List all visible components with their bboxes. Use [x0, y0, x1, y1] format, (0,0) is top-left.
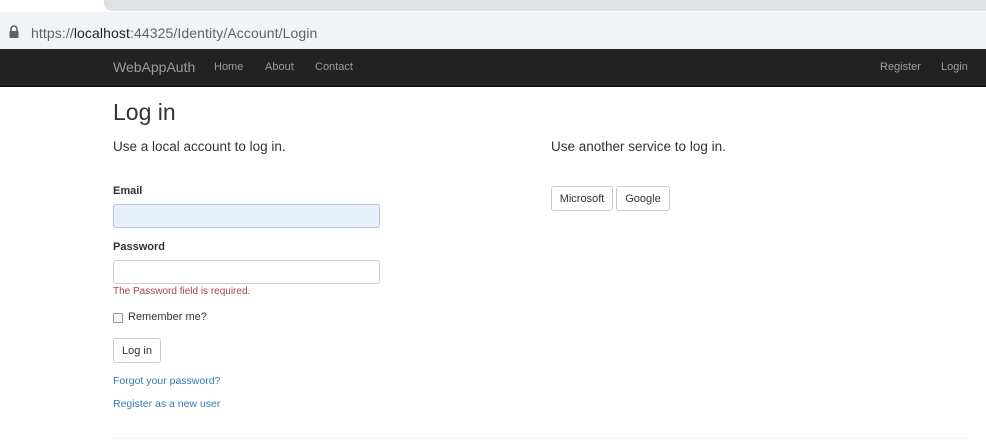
microsoft-login-button[interactable]: Microsoft — [551, 186, 613, 211]
forgot-password-link[interactable]: Forgot your password? — [113, 375, 220, 387]
register-new-user-link[interactable]: Register as a new user — [113, 398, 220, 410]
url-text[interactable]: https://localhost:44325/Identity/Account… — [31, 25, 317, 42]
password-error: The Password field is required. — [113, 286, 251, 297]
google-login-button[interactable]: Google — [616, 186, 670, 211]
omnibox[interactable]: https://localhost:44325/Identity/Account… — [0, 15, 986, 45]
password-label: Password — [113, 241, 165, 253]
navbar: WebAppAuth Home About Contact Register L… — [0, 49, 986, 87]
email-label: Email — [113, 185, 143, 197]
address-bar[interactable]: https://localhost:44325/Identity/Account… — [0, 12, 986, 49]
inactive-tab-area[interactable] — [104, 0, 986, 11]
footer-divider — [113, 438, 968, 439]
nav-contact[interactable]: Contact — [315, 61, 353, 73]
local-account-heading: Use a local account to log in. — [113, 139, 286, 154]
url-path: :44325/Identity/Account/Login — [129, 25, 318, 41]
remember-me-label[interactable]: Remember me? — [128, 311, 207, 323]
external-login-heading: Use another service to log in. — [551, 139, 726, 154]
url-host: localhost — [73, 25, 130, 41]
tab-strip — [0, 0, 986, 12]
nav-about[interactable]: About — [265, 61, 294, 73]
page-title: Log in — [113, 99, 176, 125]
login-submit-button[interactable]: Log in — [113, 338, 161, 363]
nav-login[interactable]: Login — [941, 61, 968, 73]
brand-link[interactable]: WebAppAuth — [113, 59, 195, 75]
nav-register[interactable]: Register — [880, 61, 921, 73]
url-scheme: https:// — [31, 25, 74, 41]
nav-home[interactable]: Home — [214, 61, 243, 73]
lock-icon[interactable] — [8, 25, 20, 39]
remember-me-checkbox[interactable] — [113, 313, 123, 323]
email-field[interactable] — [113, 204, 380, 228]
password-field[interactable] — [113, 260, 380, 284]
